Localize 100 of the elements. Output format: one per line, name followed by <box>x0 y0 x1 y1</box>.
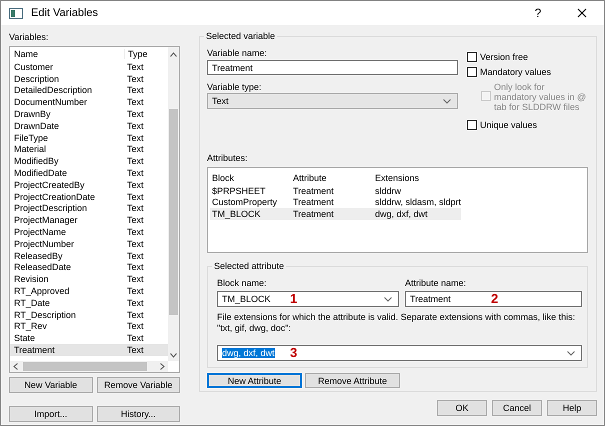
variable-row[interactable]: ProjectDescription Text <box>10 202 168 214</box>
table-cell-text: Customer <box>13 62 54 72</box>
variable-row[interactable]: DetailedDescription Text <box>10 84 168 96</box>
variables-label: Variables: <box>9 31 50 43</box>
close-icon <box>577 8 587 18</box>
dialog-button[interactable]: Import... <box>9 406 92 422</box>
attribute-name-label: Attribute name: <box>405 277 468 289</box>
attribute-row[interactable]: CustomProperty Treatment slddrw, sldasm, sldprt <box>210 196 461 208</box>
dialog-button[interactable]: OK <box>437 400 487 416</box>
checkbox-label: Only look for mandatory values in @ tab for SLDDRW files <box>494 82 588 112</box>
table-cell-text: dwg, dxf, dwt <box>375 208 429 219</box>
table-cell-text: ProjectDescription <box>13 203 88 214</box>
checkbox[interactable] <box>467 52 477 62</box>
block-name-label: Block name: <box>217 277 268 289</box>
checkbox-label: Unique values <box>480 120 538 130</box>
variable-row[interactable]: ProjectCreationDate Text <box>10 190 168 203</box>
table-cell-text: Text <box>126 132 145 143</box>
attribute-button[interactable]: Remove Attribute <box>305 373 400 388</box>
table-cell-text: Text <box>126 144 145 154</box>
chevron-icon <box>384 296 392 302</box>
table-cell-text: Text <box>126 262 145 272</box>
variable-row[interactable]: Material Text <box>10 144 168 156</box>
checkbox[interactable] <box>467 120 477 130</box>
variable-row[interactable]: Description Text <box>10 72 168 85</box>
table-cell-text: ProjectCreationDate <box>13 192 96 202</box>
table-cell-text: DrawnBy <box>13 109 52 120</box>
table-cell-text: ProjectNumber <box>13 238 76 249</box>
table-cell-text: Text <box>126 192 145 202</box>
group-title: Selected attribute <box>212 260 286 272</box>
table-cell-text: ProjectName <box>13 227 68 238</box>
window-icon <box>9 8 23 18</box>
column-header[interactable]: Attribute <box>293 173 375 183</box>
block-name-dropdown[interactable]: TM_BLOCK 1 <box>217 291 399 307</box>
column-header[interactable]: Name <box>10 49 124 59</box>
table-cell-text: Text <box>126 156 145 166</box>
variable-row[interactable]: Revision Text <box>10 273 168 286</box>
table-cell-text: Text <box>126 180 145 190</box>
variable-row[interactable]: ModifiedDate Text <box>10 167 168 179</box>
variable-row[interactable]: DrawnDate Text <box>10 120 168 132</box>
variable-button[interactable]: Remove Variable <box>96 377 180 393</box>
chevron-icon <box>567 350 575 356</box>
variable-row[interactable]: ProjectNumber Text <box>10 238 168 250</box>
table-cell-text: Text <box>126 250 145 261</box>
table-cell-text: Text <box>126 298 145 308</box>
table-cell-text: Text <box>126 321 145 332</box>
dialog-button[interactable]: History... <box>96 406 180 422</box>
scroll-up-icon <box>170 52 177 57</box>
table-cell-text: Text <box>126 274 145 284</box>
variable-row[interactable]: ProjectName Text <box>10 226 168 238</box>
table-cell-text: Text <box>126 238 145 249</box>
annotation-number: 1 <box>290 292 298 306</box>
variable-row[interactable]: RT_Approved Text <box>10 285 168 297</box>
variable-row[interactable]: State Text <box>10 332 168 344</box>
table-cell-text: Treatment <box>293 186 335 196</box>
variable-row[interactable]: DocumentNumber Text <box>10 96 168 108</box>
vertical-scrollbar[interactable] <box>168 47 179 361</box>
column-header[interactable]: Block <box>210 173 293 183</box>
annotation-number: 2 <box>491 292 498 306</box>
table-cell-text: Revision <box>13 274 50 284</box>
variable-row[interactable]: RT_Description Text <box>10 308 168 321</box>
variable-row[interactable]: RT_Date Text <box>10 296 168 309</box>
variable-row[interactable]: FileType Text <box>10 132 168 144</box>
attribute-name-field[interactable]: Treatment 2 <box>405 291 582 307</box>
help-button[interactable]: ? <box>516 1 560 25</box>
table-cell-text: ModifiedBy <box>13 156 60 166</box>
table-cell-text: FileType <box>13 132 50 143</box>
variable-row[interactable]: Customer Text <box>10 61 168 73</box>
variable-row[interactable]: ModifiedBy Text <box>10 155 168 168</box>
table-cell-text: Text <box>126 227 145 238</box>
variable-name-field[interactable]: Treatment <box>207 60 458 75</box>
checkbox-label: Mandatory values <box>480 67 552 77</box>
table-cell-text: RT_Date <box>13 298 51 308</box>
attribute-row[interactable]: TM_BLOCK Treatment dwg, dxf, dwt <box>210 208 461 220</box>
variable-row[interactable]: ReleasedDate Text <box>10 262 168 274</box>
table-cell-text: Treatment <box>13 345 56 356</box>
table-cell-text: CustomProperty <box>211 197 278 208</box>
attribute-button[interactable]: New Attribute <box>207 373 302 388</box>
variable-type-dropdown[interactable]: Text <box>207 93 458 109</box>
table-cell-text: Text <box>126 120 145 131</box>
table-cell-text: Text <box>126 74 145 84</box>
dialog-button[interactable]: Cancel <box>492 400 542 416</box>
variable-row[interactable]: ReleasedBy Text <box>10 250 168 262</box>
table-cell-text: State <box>13 333 36 344</box>
table-cell-text: slddrw <box>375 186 402 196</box>
table-cell-text: Text <box>126 168 145 178</box>
column-header[interactable]: Extensions <box>375 173 461 183</box>
dialog-button[interactable]: Help <box>547 400 597 416</box>
variable-row[interactable]: Treatment Text <box>10 344 168 356</box>
table-cell-text: $PRPSHEET <box>211 186 267 196</box>
horizontal-scrollbar[interactable] <box>10 361 168 372</box>
variable-row[interactable]: ProjectManager Text <box>10 214 168 226</box>
table-cell-text: ProjectManager <box>13 215 79 226</box>
table-cell: slddrw, sldasm, sldprt <box>375 197 461 208</box>
variable-row[interactable]: RT_Rev Text <box>10 320 168 332</box>
checkbox[interactable] <box>467 67 477 77</box>
variable-row[interactable]: ProjectCreatedBy Text <box>10 178 168 191</box>
extensions-dropdown[interactable]: dwg, dxf, dwt 3 <box>217 345 582 361</box>
variable-button[interactable]: New Variable <box>9 377 92 393</box>
variable-row[interactable]: DrawnBy Text <box>10 108 168 120</box>
attribute-row[interactable]: $PRPSHEET Treatment slddrw <box>210 185 461 196</box>
